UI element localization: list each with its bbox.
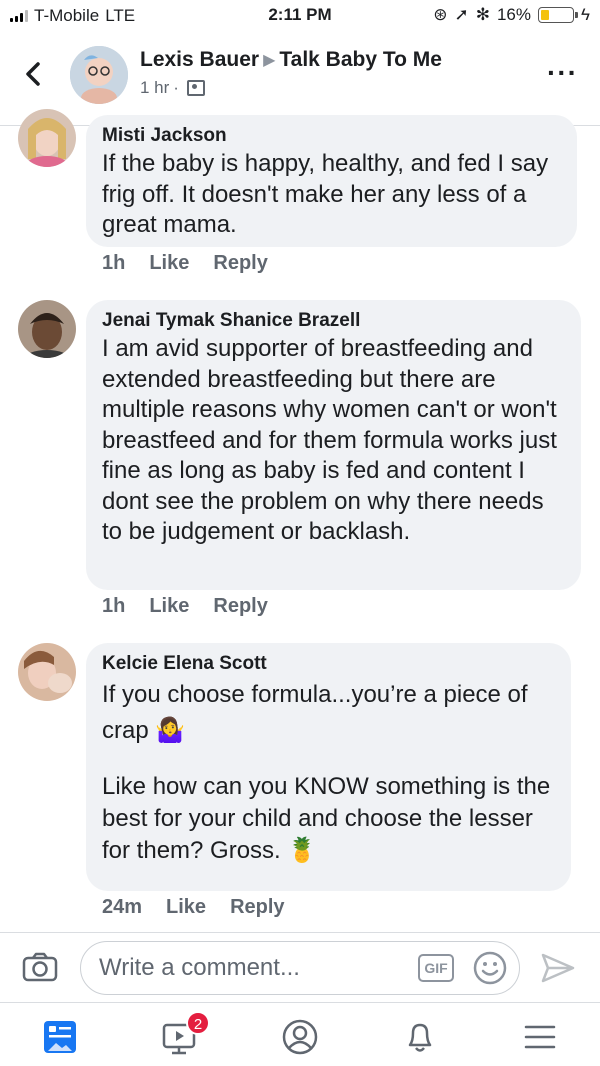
post-meta: 1 hr · (140, 78, 205, 98)
meta-separator: · (173, 78, 179, 97)
arrow-right-icon: ▶ (263, 52, 276, 69)
reply-button[interactable]: Reply (230, 896, 284, 919)
commenter-name[interactable]: Kelcie Elena Scott (102, 653, 555, 675)
comment-time[interactable]: 1h (102, 252, 125, 275)
status-bar: T-Mobile LTE 2:11 PM ⊛ ➚ ✻ 16% ϟ (0, 0, 600, 34)
group-privacy-icon (186, 80, 205, 96)
comment-time[interactable]: 24m (102, 896, 142, 919)
profile-icon[interactable] (280, 1017, 320, 1057)
reply-button[interactable]: Reply (213, 595, 267, 618)
comment-text: If you choose formula...you’re a piece o… (102, 681, 528, 744)
location-icon: ➚ (454, 5, 469, 24)
commenter-avatar[interactable] (18, 643, 76, 701)
commenter-avatar[interactable] (18, 300, 76, 358)
news-feed-icon[interactable] (40, 1017, 80, 1057)
like-button[interactable]: Like (166, 896, 206, 919)
comment-bubble: Kelcie Elena Scott If you choose formula… (86, 643, 571, 891)
comment-text: Like how can you KNOW something is the b… (102, 773, 551, 864)
gif-icon[interactable]: GIF (418, 954, 454, 982)
author-name[interactable]: Lexis Bauer (140, 48, 259, 71)
notifications-bell-icon[interactable] (400, 1017, 440, 1057)
comment-time[interactable]: 1h (102, 595, 125, 618)
battery-icon (538, 7, 578, 23)
like-button[interactable]: Like (149, 595, 189, 618)
more-options-icon[interactable]: ··· (547, 59, 578, 87)
notification-badge: 2 (186, 1011, 210, 1035)
comment-composer: Write a comment... GIF (0, 932, 600, 1002)
comment-input[interactable]: Write a comment... (80, 941, 520, 995)
status-icons: ⊛ ➚ ✻ 16% ϟ (433, 5, 590, 25)
menu-hamburger-icon[interactable] (520, 1017, 560, 1057)
lock-rotation-icon: ⊛ (433, 5, 448, 24)
post-header: Lexis Bauer ▶ Talk Baby To Me 1 hr · ··· (0, 34, 600, 126)
comment-actions: 1h Like Reply (102, 252, 268, 275)
reply-button[interactable]: Reply (213, 252, 267, 275)
bluetooth-icon: ✻ (475, 5, 490, 24)
group-name[interactable]: Talk Baby To Me (279, 48, 442, 71)
post-time[interactable]: 1 hr (140, 78, 169, 98)
charging-icon: ϟ (581, 5, 590, 24)
camera-icon[interactable] (22, 951, 58, 983)
sticker-smiley-icon[interactable] (472, 950, 508, 986)
comment-actions: 1h Like Reply (102, 595, 268, 618)
commenter-name[interactable]: Jenai Tymak Shanice Brazell (102, 310, 565, 332)
send-icon[interactable] (540, 952, 576, 984)
comment-text: If the baby is happy, healthy, and fed I… (102, 150, 549, 238)
author-avatar[interactable] (70, 46, 128, 104)
like-button[interactable]: Like (149, 252, 189, 275)
battery-percent: 16% (496, 5, 531, 24)
commenter-avatar[interactable] (18, 109, 76, 167)
comment-text: I am avid supporter of breastfeeding and… (102, 335, 557, 545)
comment-actions: 24m Like Reply (102, 896, 285, 919)
back-icon[interactable] (20, 60, 48, 88)
comment-bubble: Misti Jackson If the baby is happy, heal… (86, 115, 577, 247)
post-title: Lexis Bauer ▶ Talk Baby To Me (140, 48, 442, 72)
commenter-name[interactable]: Misti Jackson (102, 125, 561, 147)
comment-bubble: Jenai Tymak Shanice Brazell I am avid su… (86, 300, 581, 590)
bottom-tab-bar: 2 (0, 1002, 600, 1066)
